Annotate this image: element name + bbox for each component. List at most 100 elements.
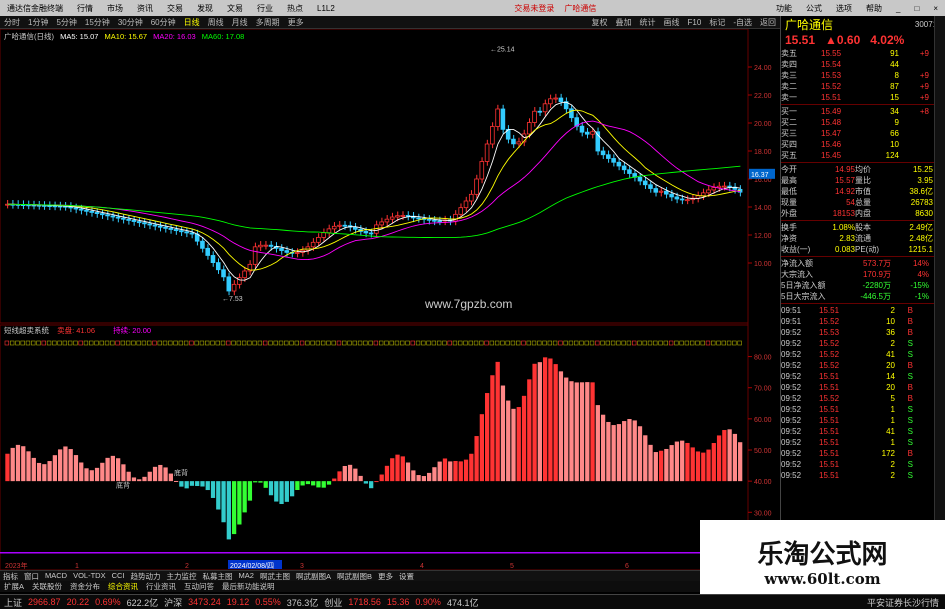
btn-zixuan[interactable]: -自选: [729, 17, 756, 28]
menu-hangqing[interactable]: 行情: [70, 3, 100, 14]
tick-time: 09:52: [781, 427, 802, 436]
candle-body: [532, 110, 537, 123]
trade-login-link[interactable]: 交易未登录: [509, 3, 559, 14]
btab-7[interactable]: 私募主图: [200, 571, 236, 581]
sh-label: 上证: [4, 597, 23, 608]
indicator-bar: [305, 481, 311, 485]
btab-10[interactable]: 啊武副图A: [293, 571, 334, 581]
tab-fenshi[interactable]: 分时: [0, 17, 24, 28]
candle-body: [479, 161, 485, 180]
right-scroll-strip[interactable]: [934, 16, 945, 594]
itab-1[interactable]: 关联股份: [28, 581, 66, 592]
stock-name: 广哈通信: [785, 17, 834, 32]
tab-5min[interactable]: 5分钟: [52, 17, 80, 28]
tick-list[interactable]: 09:51 15.51 2 B 09:51 15.52 10 B 09:52 15.53 36 B 09…: [781, 305, 945, 481]
low-price-label: ←7.53: [222, 296, 243, 303]
candle-body: [73, 207, 79, 210]
btn-tongji[interactable]: 统计: [636, 17, 660, 28]
itab-6[interactable]: 最后新功能说明: [218, 581, 279, 592]
high-price-label: ←25.14: [490, 47, 515, 54]
menu-bangzhu[interactable]: 帮助: [859, 3, 889, 14]
menu-xuanxiang[interactable]: 选项: [829, 3, 859, 14]
menu-gongneng[interactable]: 功能: [769, 3, 799, 14]
btn-fuquan[interactable]: 复权: [588, 17, 612, 28]
indicator-bar: [363, 481, 369, 484]
tab-multi[interactable]: 多周期: [252, 17, 284, 28]
candle-body: [611, 158, 616, 163]
stat-value: 38.6亿: [909, 187, 933, 196]
menu-redian[interactable]: 热点: [280, 3, 310, 14]
indicator-bar: [690, 447, 695, 482]
ask-vol: 91: [890, 49, 899, 58]
kline-svg[interactable]: 24.0022.0020.0018.0016.0014.0012.0010.00…: [0, 29, 780, 570]
tick-vol: 1: [890, 438, 895, 447]
tick-vol: 41: [886, 350, 895, 359]
indicator-bar: [284, 481, 289, 502]
itab-2[interactable]: 资金分布: [66, 581, 104, 592]
tab-more[interactable]: 更多: [284, 17, 308, 28]
indicator-bar: [532, 363, 537, 482]
maximize-icon[interactable]: □: [908, 4, 927, 13]
indicator-bar: [442, 458, 448, 482]
candle-body: [537, 110, 543, 113]
btn-f10[interactable]: F10: [684, 18, 706, 27]
btab-1[interactable]: 窗口: [21, 571, 42, 581]
tab-15min[interactable]: 15分钟: [81, 17, 114, 28]
menu-jiaoyi[interactable]: 交易: [160, 3, 190, 14]
indicator-bar: [458, 461, 463, 482]
tab-1min[interactable]: 1分钟: [24, 17, 52, 28]
itab-5[interactable]: 互动问答: [180, 581, 218, 592]
price-axis-label: 18.00: [754, 149, 772, 156]
tab-daily[interactable]: 日线: [180, 17, 204, 28]
btn-fanhui[interactable]: 返回: [756, 17, 780, 28]
btab-6[interactable]: 主力监控: [164, 571, 200, 581]
btab-12[interactable]: 更多: [375, 571, 396, 581]
bid-vol: 124: [885, 151, 899, 160]
itab-0[interactable]: 扩展A: [0, 581, 28, 592]
menu-zixun[interactable]: 资讯: [130, 3, 160, 14]
tab-monthly[interactable]: 月线: [228, 17, 252, 28]
menu-l1l2[interactable]: L1L2: [310, 4, 342, 13]
indicator-bar: [590, 382, 595, 482]
tab-weekly[interactable]: 周线: [204, 17, 228, 28]
tab-60min[interactable]: 60分钟: [147, 17, 180, 28]
menu-faxian[interactable]: 发现: [190, 3, 220, 14]
menu-shichang[interactable]: 市场: [100, 3, 130, 14]
btab-11[interactable]: 啊武副图B: [334, 571, 375, 581]
btab-9[interactable]: 啊武主图: [257, 571, 293, 581]
stock-name-link[interactable]: 广哈通信: [559, 3, 601, 14]
stat-label: PE(动): [855, 245, 879, 254]
itab-4[interactable]: 行业资讯: [142, 581, 180, 592]
menu-hangye[interactable]: 行业: [250, 3, 280, 14]
btab-2[interactable]: MACD: [42, 571, 70, 581]
btab-5[interactable]: 趋势动力: [128, 571, 164, 581]
close-icon[interactable]: ×: [926, 4, 945, 13]
candle-body: [679, 198, 685, 201]
tick-time: 09:52: [781, 361, 802, 370]
sz-amt: 376.3亿: [286, 597, 319, 608]
itab-3[interactable]: 综合资讯: [104, 581, 142, 592]
chart-area[interactable]: 24.00 22.00 20.00 18.00 16.00 14.00 12.00 10.00…: [0, 29, 780, 570]
minimize-icon[interactable]: _: [889, 4, 907, 13]
candle-body: [621, 165, 627, 171]
btab-4[interactable]: CCI: [109, 571, 128, 581]
btab-3[interactable]: VOL-TDX: [70, 571, 109, 581]
flow-pct: 4%: [917, 270, 929, 279]
btab-0[interactable]: 指标: [0, 571, 21, 581]
ask-row: 卖三 15.53 8 +9: [781, 70, 945, 81]
btn-huaxian[interactable]: 画线: [660, 17, 684, 28]
bid-chg: +8: [919, 107, 929, 116]
candle-body: [152, 224, 158, 227]
btn-diejia[interactable]: 叠加: [612, 17, 636, 28]
btab-13[interactable]: 设置: [396, 571, 417, 581]
menu-wenyi[interactable]: 文易: [220, 3, 250, 14]
btn-biaoji[interactable]: 标记: [705, 17, 729, 28]
stat-value: 2.48亿: [909, 234, 933, 243]
tab-30min[interactable]: 30分钟: [114, 17, 147, 28]
candle-body: [126, 218, 131, 221]
signal-label: 底背: [174, 468, 188, 477]
btab-8[interactable]: MA2: [236, 571, 257, 581]
candle-body: [474, 178, 479, 195]
menu-gongshi[interactable]: 公式: [799, 3, 829, 14]
indicator-bar: [722, 430, 727, 482]
